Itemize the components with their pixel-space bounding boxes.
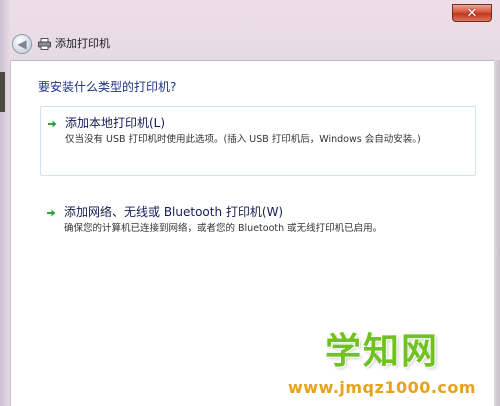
close-icon: ✕ xyxy=(466,5,478,21)
add-local-printer-option[interactable]: 添加本地打印机(L) 仅当没有 USB 打印机时使用此选项。(插入 USB 打印… xyxy=(40,106,476,176)
back-button[interactable]: ◀ xyxy=(12,34,32,54)
green-arrow-icon xyxy=(47,209,56,217)
watermark-url: www.jmqz1000.com xyxy=(288,378,477,397)
option-description: 仅当没有 USB 打印机时使用此选项。(插入 USB 打印机后，Windows … xyxy=(65,134,421,145)
add-network-printer-option[interactable]: 添加网络、无线或 Bluetooth 打印机(W) 确保您的计算机已连接到网络，… xyxy=(40,196,476,244)
watermark-logo: 学知网 xyxy=(325,331,440,372)
window-title: 添加打印机 xyxy=(55,37,110,50)
option-description: 确保您的计算机已连接到网络，或者您的 Bluetooth 或无线打印机已启用。 xyxy=(64,223,383,234)
page-heading: 要安装什么类型的打印机? xyxy=(38,80,177,94)
option-title: 添加网络、无线或 Bluetooth 打印机(W) xyxy=(64,205,284,219)
back-arrow-icon: ◀ xyxy=(17,37,27,51)
option-title: 添加本地打印机(L) xyxy=(65,116,166,130)
background-window-edge xyxy=(0,72,5,112)
green-arrow-icon xyxy=(48,120,57,128)
window-right-border xyxy=(494,60,500,406)
close-button[interactable]: ✕ xyxy=(452,4,492,22)
printer-icon xyxy=(38,38,51,50)
